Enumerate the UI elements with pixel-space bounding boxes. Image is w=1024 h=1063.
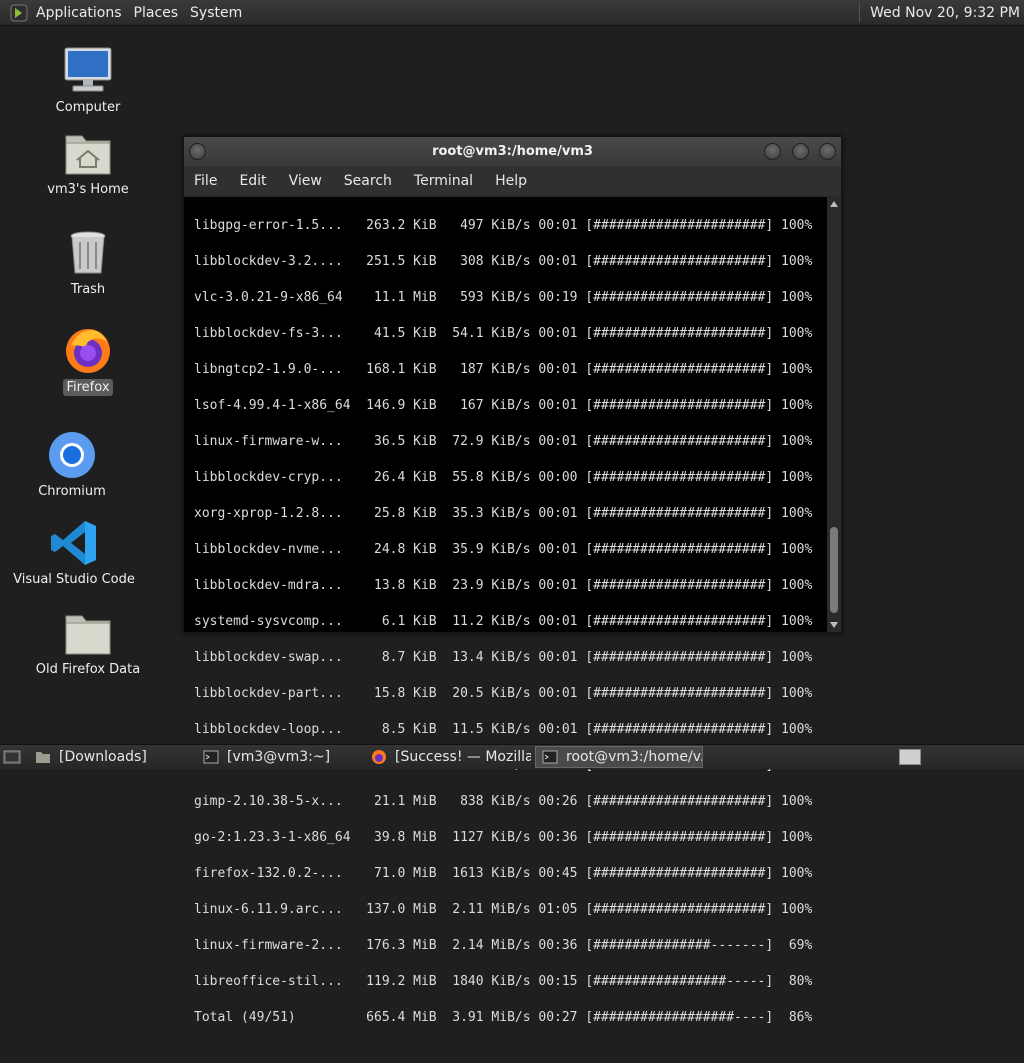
scroll-up-arrow-icon[interactable]	[830, 201, 838, 207]
terminal-line: libblockdev-swap... 8.7 KiB 13.4 KiB/s 0…	[194, 650, 813, 665]
home-folder-icon	[65, 135, 111, 175]
chromium-icon	[49, 432, 95, 478]
places-menu[interactable]: Places	[130, 5, 187, 21]
terminal-line: libgpg-error-1.5... 263.2 KiB 497 KiB/s …	[194, 218, 813, 233]
window-menu-button[interactable]	[189, 143, 206, 160]
window-title: root@vm3:/home/vm3	[432, 144, 593, 159]
terminal-line: libblockdev-loop... 8.5 KiB 11.5 KiB/s 0…	[194, 722, 813, 737]
terminal-text: libgpg-error-1.5... 263.2 KiB 497 KiB/s …	[194, 199, 826, 1063]
taskbar-item-terminal-root[interactable]: root@vm3:/home/v...	[535, 746, 703, 768]
folder-icon	[36, 752, 50, 763]
terminal-icon	[542, 750, 558, 764]
show-desktop-icon[interactable]	[3, 749, 21, 765]
terminal-line: libblockdev-fs-3... 41.5 KiB 54.1 KiB/s …	[194, 326, 813, 341]
menu-search[interactable]: Search	[333, 173, 403, 189]
terminal-output[interactable]: libgpg-error-1.5... 263.2 KiB 497 KiB/s …	[184, 197, 841, 1025]
desktop-icon-vscode[interactable]: Visual Studio Code	[4, 518, 144, 587]
terminal-line: firefox-132.0.2-... 71.0 MiB 1613 KiB/s …	[194, 866, 813, 881]
workspace-switcher[interactable]	[899, 749, 921, 765]
scrollbar-thumb[interactable]	[830, 527, 838, 613]
terminal-line: libreoffice-stil... 119.2 MiB 1840 KiB/s…	[194, 974, 813, 989]
taskbar-item-label: root@vm3:/home/v...	[566, 749, 703, 765]
maximize-button[interactable]	[792, 143, 809, 160]
firefox-icon	[372, 750, 386, 764]
clock[interactable]: Wed Nov 20, 9:32 PM	[870, 5, 1024, 21]
system-menu[interactable]: System	[186, 5, 250, 21]
terminal-line: gimp-2.10.38-5-x... 21.1 MiB 838 KiB/s 0…	[194, 794, 813, 809]
close-button[interactable]	[819, 143, 836, 160]
terminal-line: libblockdev-3.2.... 251.5 KiB 308 KiB/s …	[194, 254, 813, 269]
taskbar-item-label: [Success! — Mozilla ...	[395, 749, 531, 765]
mate-logo-icon[interactable]	[10, 4, 28, 22]
terminal-menubar: File Edit View Search Terminal Help	[184, 167, 841, 195]
taskbar-item-label: [vm3@vm3:~]	[227, 749, 331, 765]
window-titlebar[interactable]: root@vm3:/home/vm3	[184, 137, 841, 167]
terminal-line: Total (49/51) 665.4 MiB 3.91 MiB/s 00:27…	[194, 1010, 813, 1025]
menu-view[interactable]: View	[278, 173, 333, 189]
terminal-line: libblockdev-part... 15.8 KiB 20.5 KiB/s …	[194, 686, 813, 701]
desktop-icon-label: Visual Studio Code	[13, 572, 135, 587]
top-panel: Applications Places System Wed Nov 20, 9…	[0, 0, 1024, 26]
vscode-icon	[51, 521, 96, 565]
firefox-icon	[66, 329, 110, 373]
terminal-line: linux-firmware-2... 176.3 MiB 2.14 MiB/s…	[194, 938, 813, 953]
terminal-scrollbar[interactable]	[827, 197, 841, 632]
terminal-line: linux-6.11.9.arc... 137.0 MiB 2.11 MiB/s…	[194, 902, 813, 917]
terminal-line: libblockdev-nvme... 24.8 KiB 35.9 KiB/s …	[194, 542, 813, 557]
desktop-icon-label: Old Firefox Data	[35, 662, 141, 677]
scroll-down-arrow-icon[interactable]	[830, 622, 838, 628]
minimize-button[interactable]	[764, 143, 781, 160]
terminal-line: lsof-4.99.4-1-x86_64 146.9 KiB 167 KiB/s…	[194, 398, 813, 413]
applications-menu[interactable]: Applications	[32, 5, 130, 21]
desktop-icon-label: Firefox	[63, 379, 113, 396]
terminal-window: root@vm3:/home/vm3 File Edit View Search…	[183, 136, 842, 1025]
terminal-line: systemd-sysvcomp... 6.1 KiB 11.2 KiB/s 0…	[194, 614, 813, 629]
desktop-icon-label: vm3's Home	[47, 182, 129, 197]
desktop-icon-computer[interactable]: Computer	[18, 46, 158, 115]
desktop-icon-label: Trash	[70, 282, 106, 297]
taskbar-item-firefox[interactable]: [Success! — Mozilla ...	[365, 746, 531, 768]
desktop-icon-old-firefox-data[interactable]: Old Firefox Data	[18, 608, 158, 677]
terminal-line: vlc-3.0.21-9-x86_64 11.1 MiB 593 KiB/s 0…	[194, 290, 813, 305]
taskbar-item-downloads[interactable]: [Downloads]	[29, 746, 193, 768]
desktop-icon-firefox[interactable]: Firefox	[18, 326, 158, 396]
bottom-panel: [Downloads] [vm3@vm3:~] [Success! — Mozi…	[0, 744, 1024, 769]
terminal-line: xorg-xprop-1.2.8... 25.8 KiB 35.3 KiB/s …	[194, 506, 813, 521]
terminal-line: go-2:1.23.3-1-x86_64 39.8 MiB 1127 KiB/s…	[194, 830, 813, 845]
menu-terminal[interactable]: Terminal	[403, 173, 484, 189]
desktop-icon-label: Chromium	[38, 484, 106, 499]
menu-help[interactable]: Help	[484, 173, 538, 189]
menu-edit[interactable]: Edit	[228, 173, 277, 189]
desktop-icon-chromium[interactable]: Chromium	[2, 430, 142, 499]
desktop-icon-home[interactable]: vm3's Home	[18, 128, 158, 197]
taskbar-item-label: [Downloads]	[59, 749, 147, 765]
taskbar-item-terminal-home[interactable]: [vm3@vm3:~]	[197, 746, 361, 768]
terminal-line: libngtcp2-1.9.0-... 168.1 KiB 187 KiB/s …	[194, 362, 813, 377]
terminal-line: libblockdev-mdra... 13.8 KiB 23.9 KiB/s …	[194, 578, 813, 593]
folder-icon	[65, 615, 111, 655]
terminal-line: linux-firmware-w... 36.5 KiB 72.9 KiB/s …	[194, 434, 813, 449]
computer-icon	[64, 47, 112, 92]
menu-file[interactable]: File	[184, 173, 228, 189]
desktop-icon-label: Computer	[55, 100, 121, 115]
desktop-icon-trash[interactable]: Trash	[18, 228, 158, 297]
panel-separator	[859, 3, 861, 22]
trash-icon	[70, 231, 106, 274]
terminal-line: libblockdev-cryp... 26.4 KiB 55.8 KiB/s …	[194, 470, 813, 485]
terminal-icon	[203, 750, 219, 764]
